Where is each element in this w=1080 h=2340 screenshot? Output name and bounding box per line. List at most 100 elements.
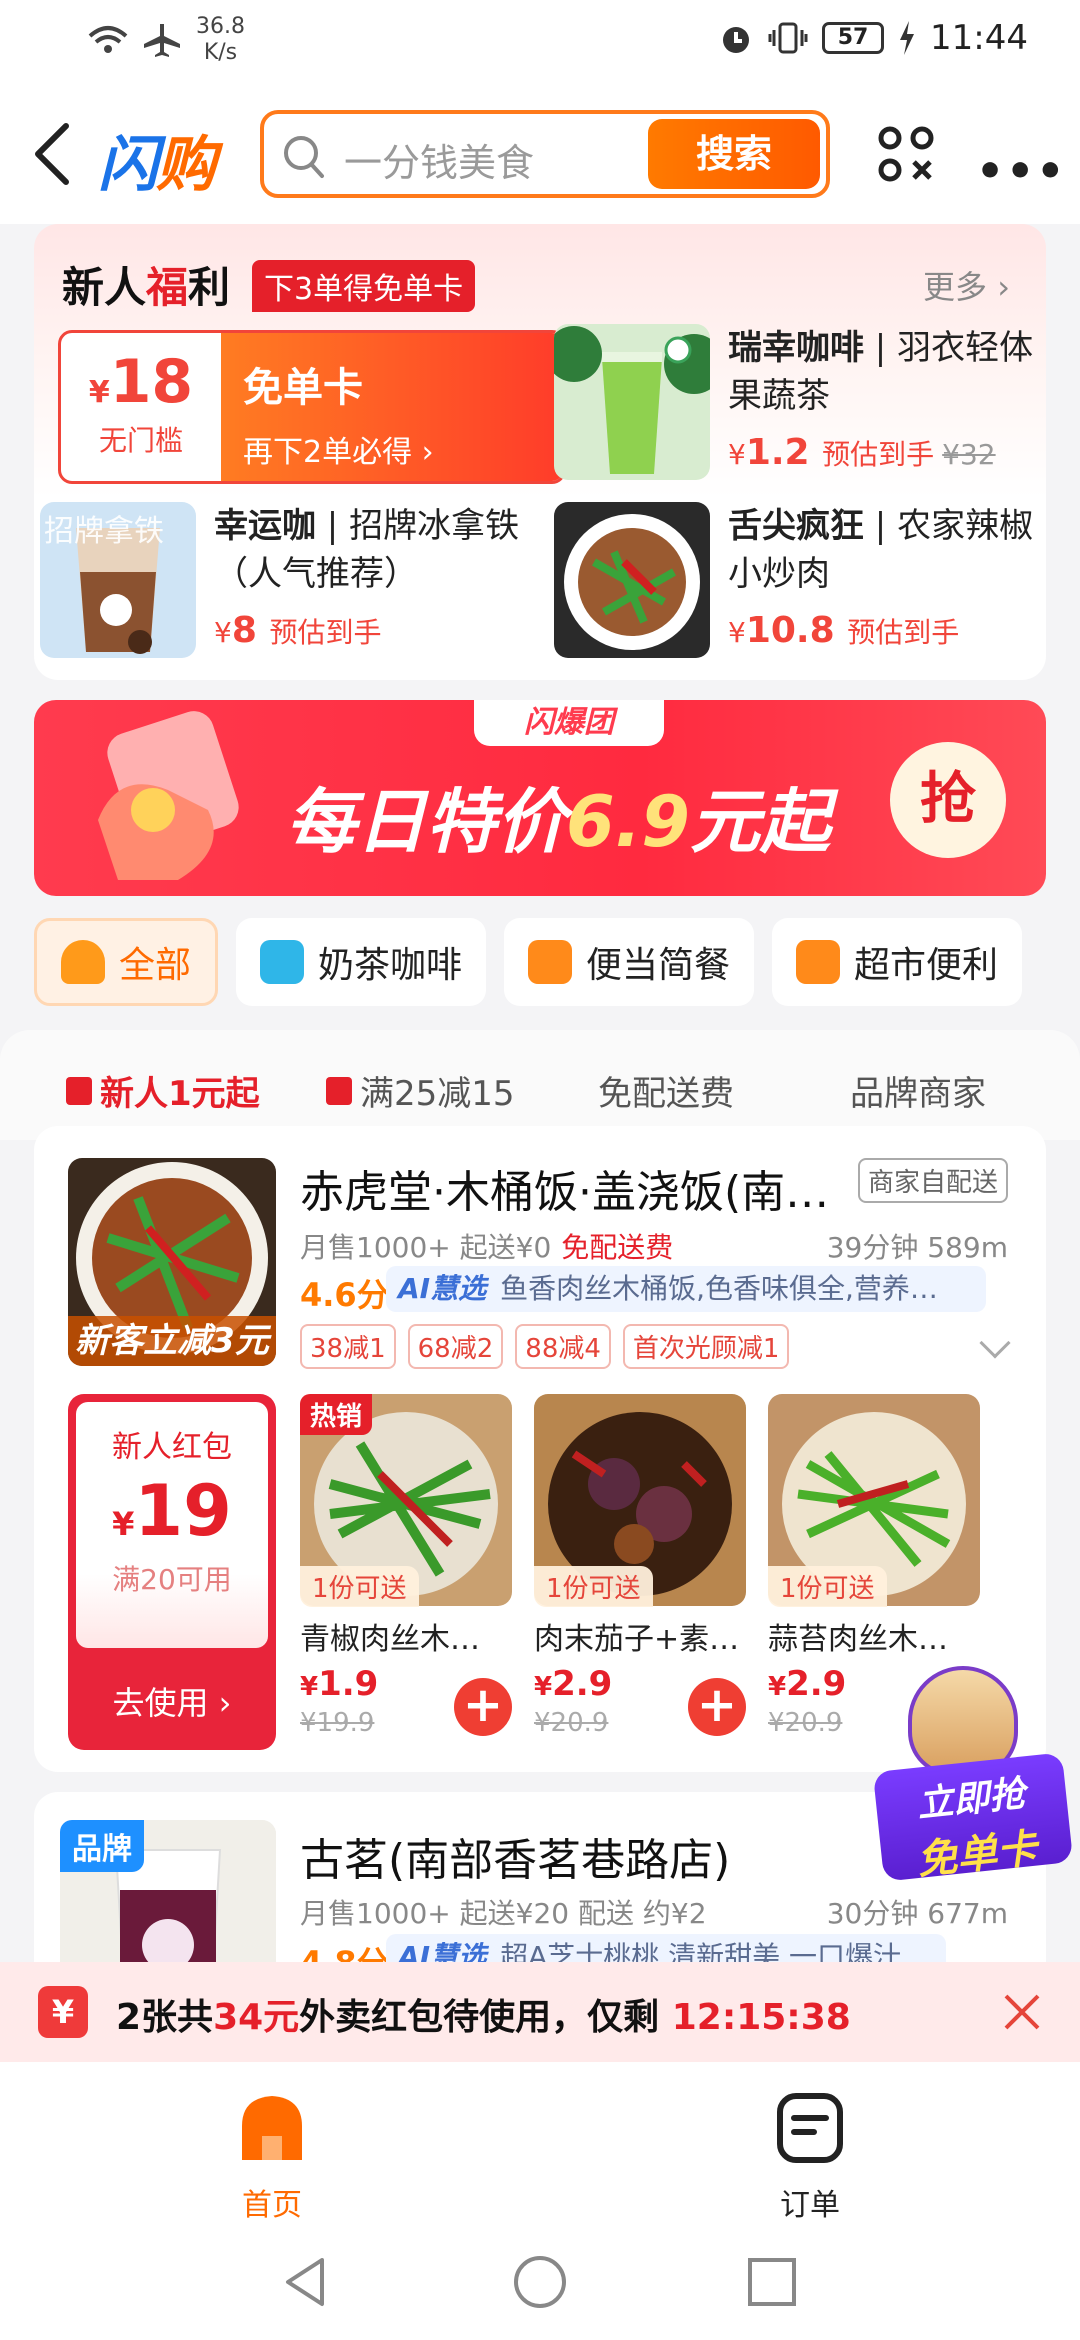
shop-distance: 677m [927,1897,1008,1930]
red-packet-body: 新人红包 ¥19 满20可用 [76,1402,268,1648]
min-order: 起送¥0 [459,1231,552,1264]
product-shop: 瑞幸咖啡 [728,328,864,368]
red-packet[interactable]: 新人红包 ¥19 满20可用 去使用 › [68,1394,276,1750]
coupon-currency: ¥ [88,375,110,410]
product-item[interactable]: 招牌拿铁 幸运咖 | 招牌冰拿铁（人气推荐） ¥8 预估到手 [40,502,540,662]
shop-distance: 589m [927,1231,1008,1264]
red-packet-condition: 满20可用 [112,1563,232,1596]
discount-tag: 88减4 [515,1324,611,1369]
status-left: 36.8 K/s [88,14,245,66]
delivery-time: 39分钟 589m [827,1226,1008,1266]
search-bar[interactable]: 一分钱美食 搜索 [260,110,830,198]
product-title: 幸运咖 | 招牌冰拿铁（人气推荐） [214,506,520,594]
banner-price: 6.9 [566,781,691,863]
clock: 11:44 [930,18,1028,58]
add-to-cart-button[interactable]: + [688,1678,746,1736]
title-part-2: 福 [146,263,189,312]
one-portion-tag: 1份可送 [300,1566,419,1607]
dish-item[interactable]: 热销 1份可送 青椒肉丝木… ¥1.9 ¥19.9 + [300,1394,512,1750]
discount-tag: 38减1 [300,1324,396,1369]
filter-free-delivery[interactable]: 免配送费 [598,1066,734,1115]
coupon-condition: 无门槛 [98,424,183,457]
banner-text-b: 元起 [690,781,831,863]
delivery-time: 30分钟 677m [827,1892,1008,1932]
flash-group-badge: 闪爆团 [474,700,664,746]
free-order-coupon[interactable]: ¥18 无门槛 免单卡 再下2单必得 › [58,330,566,484]
charging-icon [900,21,915,55]
expand-chevron-icon[interactable] [979,1327,1011,1359]
notice-text: 2张共34元外卖红包待使用，仅剩 12:15:38 [116,1988,851,2040]
filter-label: 品牌商家 [850,1074,986,1114]
category-label: 奶茶咖啡 [318,945,463,986]
price-unit: 预估到手 [269,616,382,649]
close-icon[interactable] [998,1988,1046,2036]
monthly-sales: 月售1000+ [300,1897,451,1930]
category-milk-tea-coffee[interactable]: 奶茶咖啡 [236,918,487,1006]
price-currency: ¥ [728,438,746,471]
dish-item[interactable]: 1份可送 肉末茄子+素… ¥2.9 ¥20.9 + [534,1394,746,1750]
shop-image: 新客立减3元 [68,1158,276,1366]
airplane-icon [144,24,180,57]
shop-meta: 月售1000+ 起送¥0 免配送费 [300,1226,673,1266]
newcomer-more-link[interactable]: 更多 › [923,262,1010,308]
discount-tag: 首次光顾减1 [622,1324,790,1369]
min-order: 起送¥20 [459,1897,570,1930]
product-image-pork [554,502,710,658]
shop-name: 赤虎堂·木桶饭·盖浇饭(南… [300,1167,830,1218]
back-arrow-icon[interactable] [28,118,76,190]
scan-icon[interactable] [876,124,936,184]
nav-home-icon[interactable] [510,2252,570,2312]
dish-price: ¥2.9 [534,1664,612,1704]
ai-label: AI慧选 [398,1272,487,1305]
delivery-fee: 配送 约¥2 [578,1897,707,1930]
use-red-packet-button[interactable]: 去使用 › [68,1678,276,1724]
tab-home[interactable]: 首页 [192,2090,352,2224]
price-currency: ¥ [214,616,232,649]
shop-icon [796,940,841,984]
nav-recent-icon[interactable] [742,2252,802,2312]
app-header: 闪购 一分钱美食 搜索 ••• [0,84,1080,224]
speed-value: 36.8 [196,14,245,39]
search-input[interactable]: 一分钱美食 [344,132,534,187]
dish-name: 蒜苔肉丝木… [768,1622,948,1657]
status-right: 57 11:44 [718,18,1028,58]
product-title: 舌尖疯狂 | 农家辣椒小炒肉 [728,506,1034,594]
dish-old-price: ¥20.9 [534,1708,609,1738]
speed-unit: K/s [203,40,238,65]
filter-label: 满25减15 [360,1074,515,1114]
discount-tag: 68减2 [407,1324,504,1369]
more-menu-icon[interactable]: ••• [976,146,1066,197]
red-packet-notice[interactable]: ¥ 2张共34元外卖红包待使用，仅剩 12:15:38 [0,1962,1080,2062]
network-speed: 36.8 K/s [196,14,245,66]
filter-brand[interactable]: 品牌商家 [850,1066,986,1115]
product-item[interactable]: 舌尖疯狂 | 农家辣椒小炒肉 ¥10.8 预估到手 [554,502,1054,662]
filter-new-user[interactable]: 新人1元起 [66,1066,260,1115]
free-card-float-button[interactable]: 立即抢 免单卡 [872,1666,1074,1884]
filter-discount[interactable]: 满25减15 [326,1066,515,1115]
tab-label: 订单 [780,2188,840,2223]
nav-back-icon[interactable] [278,2252,338,2312]
category-supermarket[interactable]: 超市便利 [772,918,1023,1006]
one-portion-tag: 1份可送 [534,1566,653,1607]
product-price: ¥8 预估到手 [214,610,381,651]
banner-text: 每日特价6.9元起 [286,766,830,867]
daily-deal-banner[interactable]: 闪爆团 每日特价6.9元起 抢 [34,700,1046,896]
add-to-cart-button[interactable]: + [454,1678,512,1736]
price-value: 10.8 [745,610,835,651]
coupon-amount-value: 18 [109,347,194,417]
dish-currency: ¥ [300,1672,319,1702]
category-chips: 全部 奶茶咖啡 便当简餐 超市便利 [34,918,1080,1010]
coupon-amount-block: ¥18 无门槛 [61,333,221,481]
system-nav-bar [0,2222,1080,2340]
product-item[interactable]: 瑞幸咖啡 | 羽衣轻体果蔬茶 ¥1.2 预估到手 ¥32 [554,324,1054,484]
grab-button[interactable]: 抢 [890,742,1006,858]
orders-icon [777,2093,843,2163]
status-bar: 36.8 K/s 57 11:44 [0,0,1080,84]
tab-orders[interactable]: 订单 [730,2090,890,2224]
search-button[interactable]: 搜索 [648,119,820,189]
category-bento[interactable]: 便当简餐 [504,918,755,1006]
price-currency: ¥ [728,616,746,649]
coupon-title: 免单卡 [243,365,363,411]
category-all[interactable]: 全部 [34,918,219,1006]
bowl-icon [61,940,105,984]
